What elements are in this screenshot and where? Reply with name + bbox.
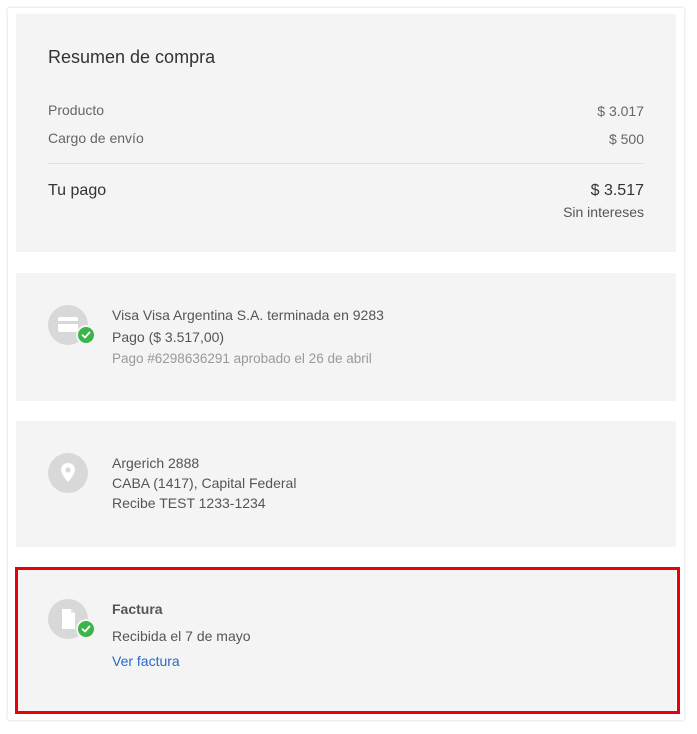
card-line: Visa Visa Argentina S.A. terminada en 92…	[112, 307, 384, 323]
invoice-highlight-box	[15, 567, 680, 714]
address-card: Argerich 2888 CABA (1417), Capital Feder…	[16, 421, 676, 547]
address-city: CABA (1417), Capital Federal	[112, 475, 297, 491]
payment-info: Visa Visa Argentina S.A. terminada en 92…	[112, 305, 384, 369]
summary-title: Resumen de compra	[48, 47, 216, 67]
payment-status-line: Pago #6298636291 aprobado el 26 de abril	[112, 351, 372, 366]
total-value: $ 3.517	[590, 182, 644, 199]
amount-line: Pago ($ 3.517,00)	[112, 329, 225, 345]
location-pin-icon	[48, 453, 88, 493]
summary-divider	[48, 163, 644, 164]
shipping-value: $ 500	[608, 131, 644, 147]
address-info: Argerich 2888 CABA (1417), Capital Feder…	[112, 453, 296, 513]
payment-card: Visa Visa Argentina S.A. terminada en 92…	[16, 273, 676, 401]
address-street: Argerich 2888	[112, 455, 200, 471]
check-icon	[76, 325, 96, 345]
address-receiver: Recibe TEST 1233-1234	[112, 495, 266, 511]
credit-card-icon	[48, 305, 96, 345]
shipping-label: Cargo de envío	[48, 130, 144, 146]
purchase-summary-card: Resumen de compra Producto $ 3.017 Cargo…	[16, 14, 676, 252]
product-value: $ 3.017	[597, 103, 644, 119]
total-label: Tu pago	[48, 182, 107, 199]
product-label: Producto	[48, 102, 105, 118]
total-note: Sin intereses	[563, 204, 644, 220]
